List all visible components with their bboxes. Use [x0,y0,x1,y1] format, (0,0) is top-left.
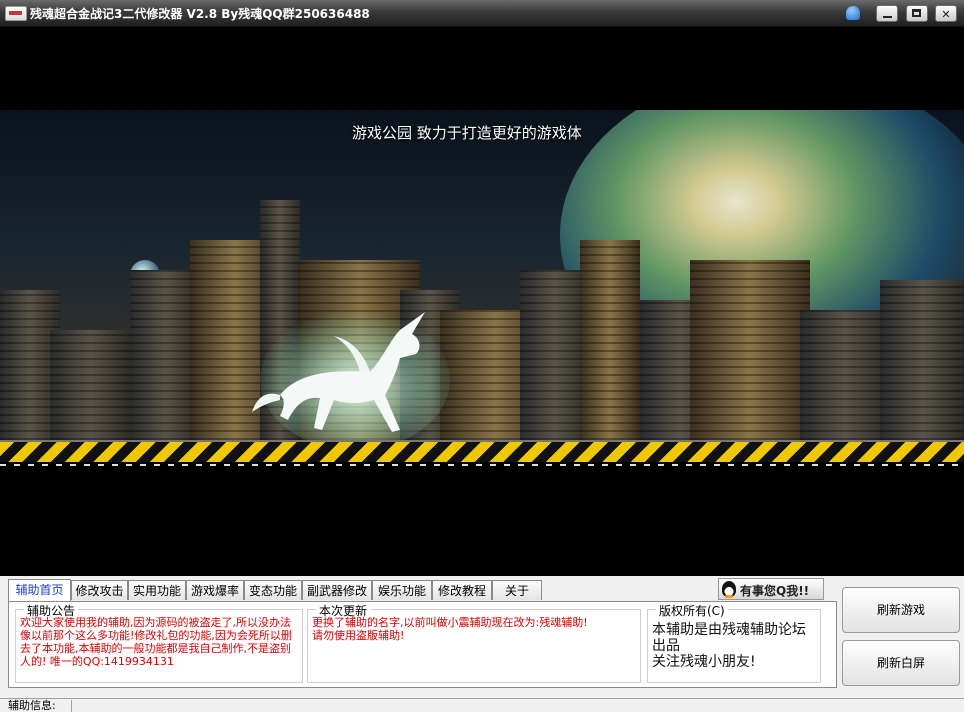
unicorn-graphic [252,310,450,450]
app-icon [5,6,27,21]
tab-utility[interactable]: 实用功能 [128,580,186,600]
tab-extreme[interactable]: 变态功能 [244,580,302,600]
tab-content-home: 辅助公告 欢迎大家使用我的辅助,因为源码的被盗走了,所以没办法像以前那个这么多功… [8,601,837,688]
copyright-title: 版权所有(C) [656,602,728,619]
close-button[interactable]: ✕ [935,5,957,22]
update-text: 更换了辅助的名字,以前叫做小震辅助现在改为:残魂辅助! 请勿使用盗版辅助! [312,616,588,642]
copyright-group: 版权所有(C) 本辅助是由残魂辅助论坛出品 关注残魂小朋友! [647,602,821,683]
window-title: 残魂超合金战记3二代修改器 V2.8 By残魂QQ群250636488 [30,7,370,21]
tab-about[interactable]: 关于 [492,580,542,600]
control-panel: 辅助首页 修改攻击 实用功能 游戏爆率 变态功能 副武器修改 娱乐功能 修改教程… [0,576,964,712]
copyright-line-1: 本辅助是由残魂辅助论坛出品 [652,622,806,654]
status-separator [71,700,72,712]
game-banner: 游戏公园 致力于打造更好的游戏体 [0,110,964,470]
notice-group: 辅助公告 欢迎大家使用我的辅助,因为源码的被盗走了,所以没办法像以前那个这么多功… [15,602,303,683]
hazard-road [0,440,964,470]
maximize-button[interactable] [906,5,928,22]
update-group: 本次更新 更换了辅助的名字,以前叫做小震辅助现在改为:残魂辅助! 请勿使用盗版辅… [307,602,641,683]
qq-contact-label: 有事您Q我!! [740,584,810,598]
copyright-text: 本辅助是由残魂辅助论坛出品 关注残魂小朋友! [652,622,816,670]
refresh-white-button[interactable]: 刷新白屏 [842,640,960,686]
tab-subweapon[interactable]: 副武器修改 [302,580,372,600]
tab-attack[interactable]: 修改攻击 [71,580,128,600]
tab-home[interactable]: 辅助首页 [8,579,71,601]
status-bar: 辅助信息: [0,698,964,712]
tab-tutorial[interactable]: 修改教程 [432,580,492,600]
skin-icon[interactable] [846,6,860,20]
tab-fun[interactable]: 娱乐功能 [372,580,432,600]
city-skyline [0,180,964,440]
title-bar: 残魂超合金战记3二代修改器 V2.8 By残魂QQ群250636488 ✕ [0,0,964,27]
copyright-line-2: 关注残魂小朋友! [652,654,756,670]
refresh-game-button[interactable]: 刷新游戏 [842,587,960,633]
banner-caption: 游戏公园 致力于打造更好的游戏体 [352,124,582,142]
tab-droprate[interactable]: 游戏爆率 [186,580,244,600]
minimize-button[interactable] [876,5,898,22]
status-label: 辅助信息: [8,699,56,712]
qq-penguin-icon [722,581,736,598]
qq-contact-button[interactable]: 有事您Q我!! [718,578,824,600]
notice-text: 欢迎大家使用我的辅助,因为源码的被盗走了,所以没办法像以前那个这么多功能!修改礼… [20,616,292,668]
